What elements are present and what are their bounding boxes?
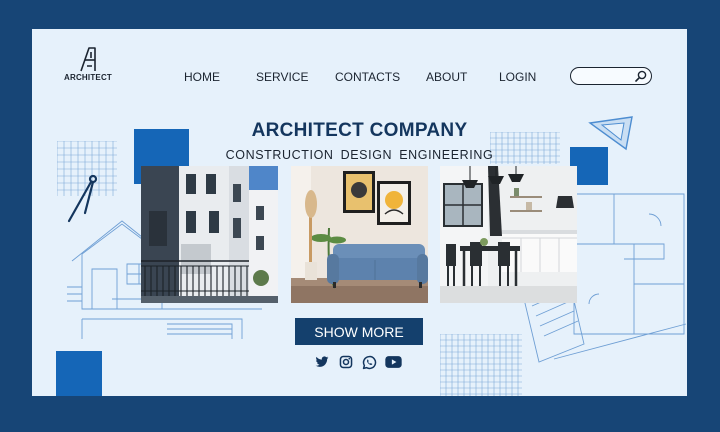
search-box[interactable]: [570, 67, 652, 85]
twitter-icon[interactable]: [315, 355, 329, 369]
nav-about[interactable]: ABOUT: [426, 70, 467, 84]
brand-name: ARCHITECT: [63, 73, 113, 82]
nav-service[interactable]: SERVICE: [256, 70, 308, 84]
landing-page: ARCHITECT HOME SERVICE CONTACTS ABOUT LO…: [32, 29, 687, 396]
architect-logo-icon: [80, 47, 96, 72]
nav-home[interactable]: HOME: [184, 70, 220, 84]
living-room-photo[interactable]: [291, 166, 428, 303]
brand-logo[interactable]: ARCHITECT: [60, 46, 116, 82]
whatsapp-icon[interactable]: [362, 355, 377, 370]
search-icon[interactable]: [635, 70, 647, 82]
house-exterior-photo[interactable]: [141, 166, 278, 303]
page-subtitle: CONSTRUCTION DESIGN ENGINEERING: [225, 148, 494, 162]
blueprint-grid-bottom: [440, 334, 522, 396]
nav-login[interactable]: LOGIN: [499, 70, 536, 84]
compass-drawing-icon: [67, 174, 98, 223]
kitchen-dining-photo[interactable]: [440, 166, 577, 303]
search-input[interactable]: [577, 69, 635, 84]
accent-square-bottom-left: [56, 351, 102, 396]
nav-contacts[interactable]: CONTACTS: [335, 70, 400, 84]
show-more-button[interactable]: SHOW MORE: [295, 318, 423, 345]
page-title: ARCHITECT COMPANY: [251, 120, 468, 141]
youtube-icon[interactable]: [385, 355, 402, 369]
instagram-icon[interactable]: [339, 355, 353, 369]
